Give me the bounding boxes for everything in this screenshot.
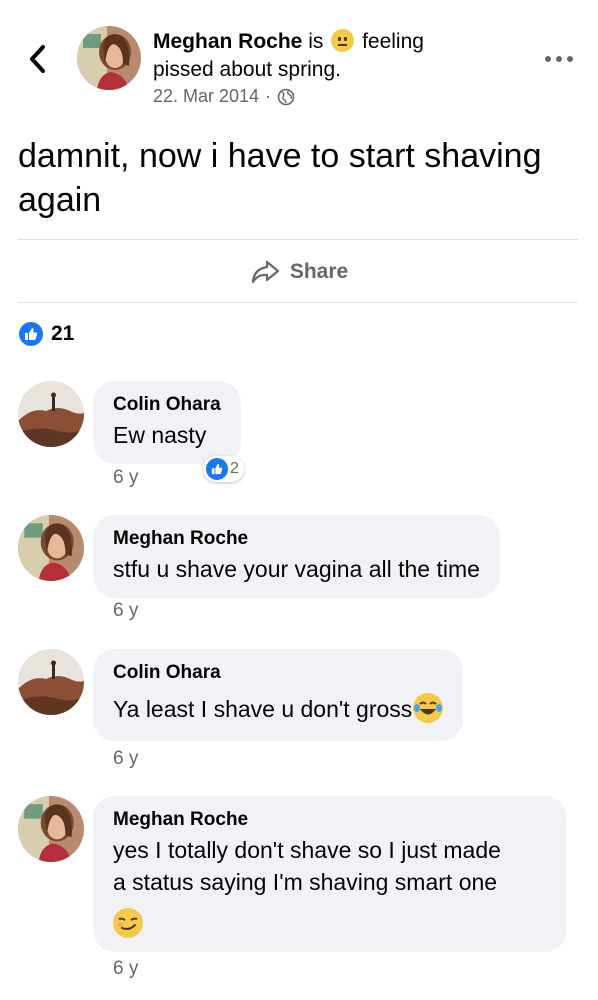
reaction-count: 21 — [51, 322, 75, 345]
commenter-avatar[interactable] — [18, 515, 84, 581]
comment-reaction-badge[interactable]: 2 — [203, 456, 244, 482]
meta-separator: · — [265, 86, 272, 106]
commenter-avatar[interactable] — [18, 796, 84, 862]
comment-author[interactable]: Colin Ohara — [113, 393, 221, 417]
post-header: Meghan Roche is feeling pissed about spr… — [153, 28, 424, 84]
chevron-left-icon — [30, 45, 45, 73]
comment-text: Ya least I shave u don't gross — [113, 696, 413, 722]
comment-author[interactable]: Colin Ohara — [113, 661, 443, 685]
author-avatar[interactable] — [77, 26, 141, 90]
comment-reaction-count: 2 — [230, 460, 239, 477]
back-button[interactable] — [24, 42, 52, 76]
post-body: damnit, now i have to start shaving agai… — [18, 134, 583, 222]
globe-icon — [277, 88, 295, 105]
like-thumb-icon — [19, 322, 43, 346]
comment-author[interactable]: Meghan Roche — [113, 808, 547, 832]
neutral-face-emoji-icon — [331, 29, 355, 52]
reaction-summary[interactable]: 21 — [19, 322, 74, 346]
post-date[interactable]: 22. Mar 2014 — [153, 86, 259, 107]
comment-bubble[interactable]: Meghan Roche yes I totally don't shave s… — [93, 796, 567, 952]
share-label: Share — [289, 260, 349, 283]
comment-text: Ew nasty — [113, 422, 207, 448]
tears-of-joy-emoji-icon — [413, 693, 444, 723]
comment-text-line1: yes I totally don't shave so I just made — [113, 837, 501, 863]
is-text: is — [308, 30, 324, 53]
comment-bubble[interactable]: Colin Ohara Ya least I shave u don't gro… — [93, 649, 464, 741]
divider — [18, 302, 578, 303]
more-options-button[interactable] — [541, 44, 577, 74]
commenter-avatar[interactable] — [18, 381, 84, 447]
comment-text-row: Ya least I shave u don't gross — [113, 693, 444, 725]
smirking-face-emoji-icon — [113, 908, 143, 938]
divider — [18, 239, 578, 240]
post-body-line1: damnit, now i have to start shaving — [18, 137, 542, 175]
like-thumb-icon — [206, 458, 228, 480]
feeling-activity: pissed about spring. — [153, 58, 341, 81]
author-name[interactable]: Meghan Roche — [153, 30, 302, 53]
feeling-text: feeling — [362, 30, 424, 53]
more-options-icon — [545, 56, 551, 62]
comment-bubble[interactable]: Colin Ohara Ew nasty — [93, 381, 241, 464]
comment-time[interactable]: 6 y — [113, 600, 138, 622]
share-button[interactable]: Share — [0, 252, 598, 292]
post-body-line2: again — [18, 181, 102, 219]
comment-time[interactable]: 6 y — [113, 748, 138, 770]
comment-author[interactable]: Meghan Roche — [113, 527, 480, 551]
post-meta: 22. Mar 2014 · — [153, 86, 295, 107]
comment-time[interactable]: 6 y — [113, 467, 138, 489]
comment-text-line2: a status saying I'm shaving smart one — [113, 869, 498, 895]
comment-bubble[interactable]: Meghan Roche stfu u shave your vagina al… — [93, 515, 500, 598]
commenter-avatar[interactable] — [18, 649, 84, 715]
comment-time[interactable]: 6 y — [113, 958, 138, 980]
comment-text: stfu u shave your vagina all the time — [113, 556, 480, 582]
share-arrow-icon — [251, 260, 279, 284]
